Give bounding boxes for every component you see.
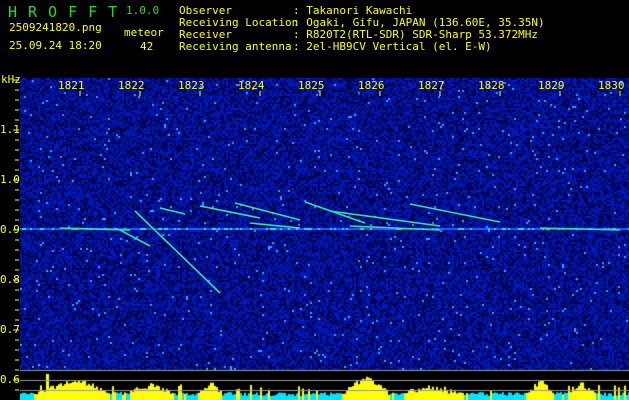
x-tick-label: 1822 bbox=[118, 79, 145, 92]
y-tick-label: 0.8 bbox=[0, 273, 20, 286]
info-value: : 2el-HB9CV Vertical (el. E-W) bbox=[293, 40, 492, 53]
meteor-trace bbox=[304, 201, 366, 224]
info-label: Receiving antenna bbox=[179, 40, 292, 53]
x-tick-label: 1826 bbox=[358, 79, 385, 92]
x-tick-label: 1825 bbox=[298, 79, 325, 92]
meteor-trace bbox=[159, 207, 186, 215]
x-tick-label: 1821 bbox=[58, 79, 85, 92]
meteor-trace bbox=[119, 229, 151, 247]
app-version: 1.0.0 bbox=[126, 4, 160, 17]
filename: 2509241820.png bbox=[9, 21, 102, 34]
meteor-trace bbox=[134, 210, 221, 294]
meteor-trace bbox=[249, 222, 301, 229]
meteor-label: meteor bbox=[124, 26, 164, 39]
spectrogram bbox=[20, 78, 629, 400]
meteor-trace bbox=[234, 202, 301, 221]
meteor-trace bbox=[409, 203, 501, 223]
y-axis-unit: kHz bbox=[1, 73, 21, 86]
y-tick-label: 0.7 bbox=[0, 323, 20, 336]
x-tick-label: 1830 bbox=[598, 79, 625, 92]
x-tick-label: 1829 bbox=[538, 79, 565, 92]
meteor-trace bbox=[539, 227, 621, 231]
y-tick-label: 0.6 bbox=[0, 373, 20, 386]
meteor-trace bbox=[349, 225, 441, 231]
y-tick-label: 0.9 bbox=[0, 223, 20, 236]
y-tick-label: 1.0 bbox=[0, 173, 20, 186]
meteor-trace bbox=[329, 210, 441, 227]
meteor-count: 42 bbox=[140, 40, 154, 53]
meteor-traces bbox=[59, 201, 621, 294]
app-title: HROFFT bbox=[8, 3, 129, 21]
x-tick-label: 1823 bbox=[178, 79, 205, 92]
datetime: 25.09.24 18:20 bbox=[9, 39, 102, 52]
x-tick-label: 1828 bbox=[478, 79, 505, 92]
x-tick-label: 1827 bbox=[418, 79, 445, 92]
x-tick-label: 1824 bbox=[238, 79, 265, 92]
meteor-trace bbox=[59, 227, 131, 231]
y-tick-label: 1.1 bbox=[0, 123, 20, 136]
